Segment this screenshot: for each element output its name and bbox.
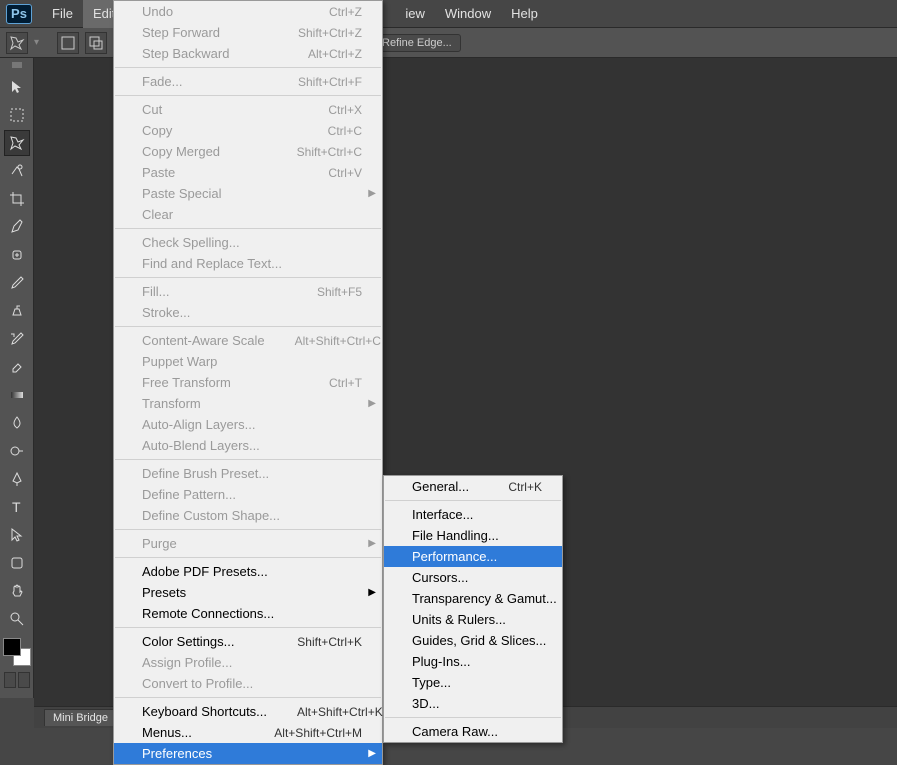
menuitem-step-forward[interactable]: Step ForwardShift+Ctrl+Z — [114, 22, 382, 43]
prefs-cursors[interactable]: Cursors... — [384, 567, 562, 588]
prefs-file-handling[interactable]: File Handling... — [384, 525, 562, 546]
menuitem-copy-merged[interactable]: Copy MergedShift+Ctrl+C — [114, 141, 382, 162]
menuitem-purge[interactable]: Purge▶ — [114, 533, 382, 554]
menuitem-define-brush[interactable]: Define Brush Preset... — [114, 463, 382, 484]
menu-view-partial[interactable]: iew — [395, 0, 435, 28]
menuitem-auto-blend[interactable]: Auto-Blend Layers... — [114, 435, 382, 456]
menu-window[interactable]: Window — [435, 0, 501, 28]
menuitem-undo[interactable]: UndoCtrl+Z — [114, 1, 382, 22]
menuitem-paste-special[interactable]: Paste Special▶ — [114, 183, 382, 204]
menuitem-define-pattern[interactable]: Define Pattern... — [114, 484, 382, 505]
type-tool[interactable]: T — [4, 494, 30, 520]
menuitem-copy[interactable]: CopyCtrl+C — [114, 120, 382, 141]
menuitem-color-settings[interactable]: Color Settings...Shift+Ctrl+K — [114, 631, 382, 652]
menuitem-clear[interactable]: Clear — [114, 204, 382, 225]
history-brush-tool[interactable] — [4, 326, 30, 352]
mini-bridge-tab[interactable]: Mini Bridge — [44, 709, 117, 726]
gradient-tool[interactable] — [4, 382, 30, 408]
clone-stamp-tool[interactable] — [4, 298, 30, 324]
menuitem-remote-connections[interactable]: Remote Connections... — [114, 603, 382, 624]
panel-grip-icon[interactable] — [12, 62, 22, 68]
hand-tool[interactable] — [4, 578, 30, 604]
menuitem-step-backward[interactable]: Step BackwardAlt+Ctrl+Z — [114, 43, 382, 64]
path-selection-tool[interactable] — [4, 522, 30, 548]
prefs-guides-grid[interactable]: Guides, Grid & Slices... — [384, 630, 562, 651]
prefs-plugins[interactable]: Plug-Ins... — [384, 651, 562, 672]
dodge-tool[interactable] — [4, 438, 30, 464]
current-tool-icon[interactable] — [6, 32, 28, 54]
menuitem-preferences[interactable]: Preferences▶ — [114, 743, 382, 764]
menuitem-transform[interactable]: Transform▶ — [114, 393, 382, 414]
menuitem-find-replace[interactable]: Find and Replace Text... — [114, 253, 382, 274]
refine-edge-button[interactable]: Refine Edge... — [373, 34, 461, 52]
menuitem-auto-align[interactable]: Auto-Align Layers... — [114, 414, 382, 435]
menuitem-convert-profile[interactable]: Convert to Profile... — [114, 673, 382, 694]
prefs-general[interactable]: General...Ctrl+K — [384, 476, 562, 497]
preferences-submenu: General...Ctrl+K Interface... File Handl… — [383, 475, 563, 743]
menuitem-presets[interactable]: Presets▶ — [114, 582, 382, 603]
crop-tool[interactable] — [4, 186, 30, 212]
marquee-tool[interactable] — [4, 102, 30, 128]
brush-tool[interactable] — [4, 270, 30, 296]
selection-add-icon[interactable] — [85, 32, 107, 54]
menuitem-check-spelling[interactable]: Check Spelling... — [114, 232, 382, 253]
menuitem-stroke[interactable]: Stroke... — [114, 302, 382, 323]
eraser-tool[interactable] — [4, 354, 30, 380]
menuitem-cut[interactable]: CutCtrl+X — [114, 99, 382, 120]
menu-file[interactable]: File — [42, 0, 83, 28]
eyedropper-tool[interactable] — [4, 214, 30, 240]
foreground-color-swatch[interactable] — [3, 638, 21, 656]
quick-mask-standard[interactable] — [4, 672, 16, 688]
prefs-3d[interactable]: 3D... — [384, 693, 562, 714]
prefs-performance[interactable]: Performance... — [384, 546, 562, 567]
menuitem-puppet-warp[interactable]: Puppet Warp — [114, 351, 382, 372]
app-logo: Ps — [6, 4, 32, 24]
blur-tool[interactable] — [4, 410, 30, 436]
pen-tool[interactable] — [4, 466, 30, 492]
shape-tool[interactable] — [4, 550, 30, 576]
edit-dropdown: UndoCtrl+Z Step ForwardShift+Ctrl+Z Step… — [113, 0, 383, 765]
menuitem-define-shape[interactable]: Define Custom Shape... — [114, 505, 382, 526]
menuitem-keyboard-shortcuts[interactable]: Keyboard Shortcuts...Alt+Shift+Ctrl+K — [114, 701, 382, 722]
menuitem-fill[interactable]: Fill...Shift+F5 — [114, 281, 382, 302]
color-swatches[interactable] — [3, 638, 31, 666]
menuitem-pdf-presets[interactable]: Adobe PDF Presets... — [114, 561, 382, 582]
zoom-tool[interactable] — [4, 606, 30, 632]
menu-help[interactable]: Help — [501, 0, 548, 28]
healing-brush-tool[interactable] — [4, 242, 30, 268]
lasso-tool[interactable] — [4, 130, 30, 156]
prefs-transparency-gamut[interactable]: Transparency & Gamut... — [384, 588, 562, 609]
prefs-camera-raw[interactable]: Camera Raw... — [384, 721, 562, 742]
menuitem-fade[interactable]: Fade...Shift+Ctrl+F — [114, 71, 382, 92]
prefs-interface[interactable]: Interface... — [384, 504, 562, 525]
menuitem-assign-profile[interactable]: Assign Profile... — [114, 652, 382, 673]
quick-selection-tool[interactable] — [4, 158, 30, 184]
menuitem-menus[interactable]: Menus...Alt+Shift+Ctrl+M — [114, 722, 382, 743]
menuitem-content-aware[interactable]: Content-Aware ScaleAlt+Shift+Ctrl+C — [114, 330, 382, 351]
prefs-type[interactable]: Type... — [384, 672, 562, 693]
svg-text:T: T — [12, 499, 21, 515]
menuitem-free-transform[interactable]: Free TransformCtrl+T — [114, 372, 382, 393]
prefs-units-rulers[interactable]: Units & Rulers... — [384, 609, 562, 630]
move-tool[interactable] — [4, 74, 30, 100]
menuitem-paste[interactable]: PasteCtrl+V — [114, 162, 382, 183]
tools-panel: T — [0, 58, 34, 698]
selection-new-icon[interactable] — [57, 32, 79, 54]
quick-mask-mode[interactable] — [18, 672, 30, 688]
